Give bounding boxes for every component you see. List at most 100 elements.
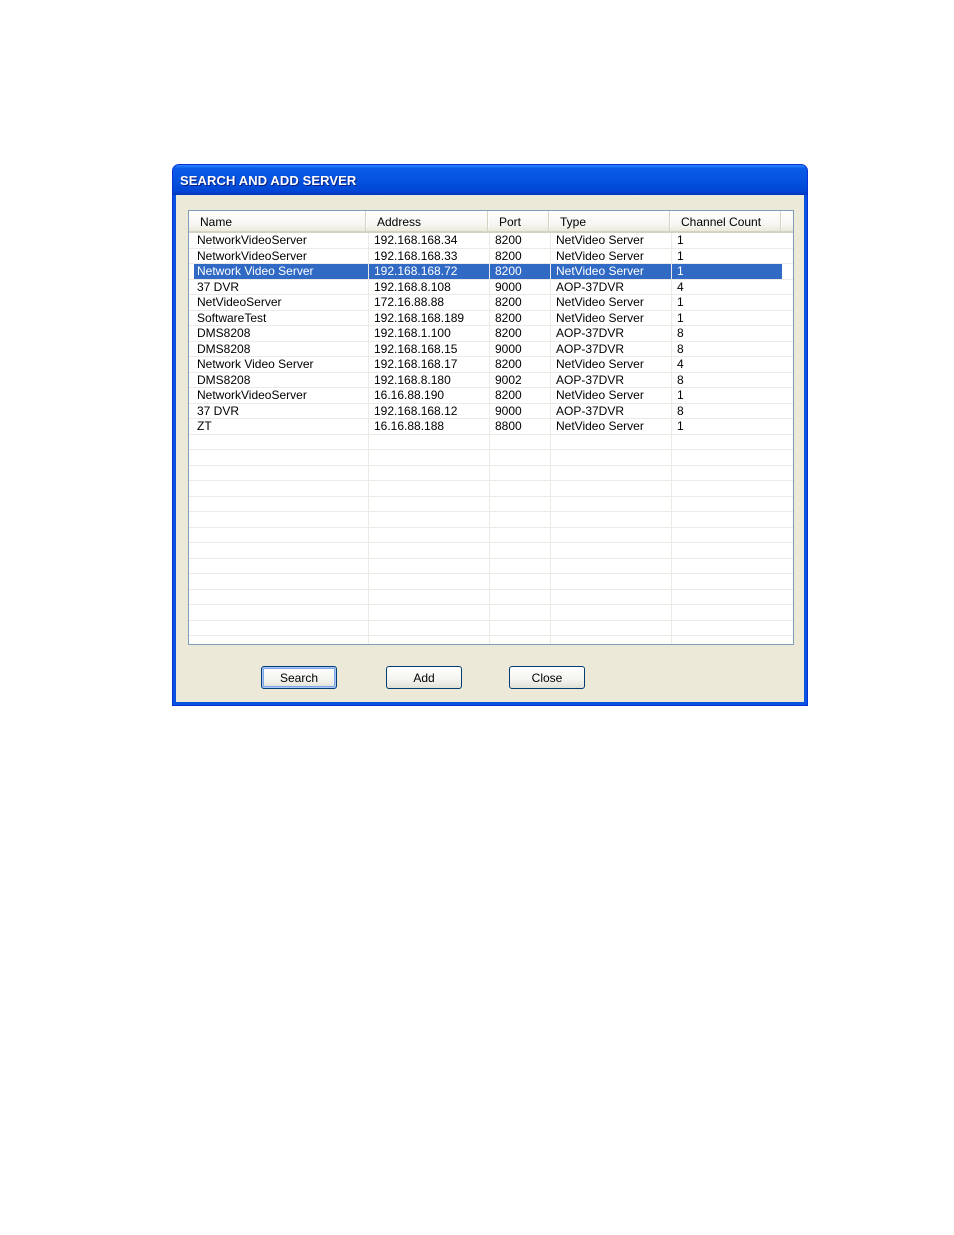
row-gridline: [189, 402, 793, 404]
cell-address: 192.168.168.189: [374, 310, 465, 325]
table-row[interactable]: NetVideoServer 172.16.88.88 8200 NetVideo S…: [189, 295, 793, 311]
cell-channel-count: 1: [677, 310, 684, 325]
cell-channel-count: 1: [677, 264, 684, 278]
cell-port: 9000: [495, 341, 522, 356]
column-header-type[interactable]: Type: [549, 211, 671, 231]
column-header-address[interactable]: Address: [366, 211, 489, 231]
cell-port: 8200: [495, 326, 522, 340]
cell-channel-count: 8: [677, 341, 684, 356]
cell-address: 192.168.168.72: [374, 264, 458, 278]
row-gridline: [189, 433, 793, 435]
cell-channel-count: 1: [677, 419, 684, 433]
cell-channel-count: 1: [677, 233, 684, 247]
cell-type: NetVideo Server: [556, 310, 644, 325]
row-gridline: [189, 325, 793, 326]
cell-port: 8200: [495, 310, 522, 325]
search-add-server-dialog: SEARCH AND ADD SERVER Name Address Port …: [172, 164, 808, 706]
row-gridline: [189, 495, 793, 497]
cell-address: 16.16.88.190: [374, 388, 445, 402]
column-header-channel-count[interactable]: Channel Count: [670, 211, 782, 231]
cell-name: Network Video Server: [197, 264, 314, 278]
table-row[interactable]: NetworkVideoServer 192.168.168.33 8200 NetV…: [189, 249, 793, 265]
cell-address: 192.168.1.100: [374, 326, 451, 340]
row-gridline: [189, 294, 793, 295]
column-gridline: [368, 233, 369, 644]
cell-port: 8200: [495, 233, 522, 247]
row-gridline: [189, 418, 793, 419]
row-gridline: [189, 526, 793, 528]
cell-port: 8200: [495, 248, 522, 263]
row-gridline: [189, 619, 793, 621]
row-gridline: [189, 542, 793, 543]
table-row[interactable]: 37 DVR 192.168.8.108 9000 AOP-37DVR 4: [189, 280, 793, 296]
row-gridline: [189, 480, 793, 481]
row-gridline: [189, 247, 793, 249]
cell-address: 192.168.8.180: [374, 372, 451, 387]
cell-channel-count: 8: [677, 326, 684, 340]
table-row[interactable]: 37 DVR 192.168.168.12 9000 AOP-37DVR 8: [189, 404, 793, 420]
cell-type: NetVideo Server: [556, 248, 644, 263]
column-header-name[interactable]: Name: [189, 211, 367, 231]
row-gridline: [189, 387, 793, 388]
row-gridline: [189, 263, 793, 264]
title-bar[interactable]: SEARCH AND ADD SERVER: [173, 165, 807, 195]
row-gridline: [189, 449, 793, 450]
row-gridline: [189, 635, 793, 636]
cell-name: NetworkVideoServer: [197, 248, 307, 263]
cell-type: NetVideo Server: [556, 388, 644, 402]
cell-channel-count: 1: [677, 295, 684, 309]
cell-address: 192.168.8.108: [374, 279, 451, 294]
row-gridline: [189, 573, 793, 574]
table-row[interactable]: DMS8208 192.168.168.15 9000 AOP-37DVR 8: [189, 342, 793, 358]
row-gridline: [189, 464, 793, 466]
table-row[interactable]: SoftwareTest 192.168.168.189 8200 NetVideo …: [189, 311, 793, 327]
row-gridline: [189, 557, 793, 559]
cell-channel-count: 1: [677, 388, 684, 402]
row-gridline: [189, 340, 793, 342]
cell-address: 192.168.168.12: [374, 403, 458, 418]
cell-type: NetVideo Server: [556, 295, 644, 309]
cell-address: 16.16.88.188: [374, 419, 445, 433]
cell-address: 172.16.88.88: [374, 295, 445, 309]
list-header: Name Address Port Type Channel Count: [189, 211, 793, 233]
column-header-port[interactable]: Port: [488, 211, 550, 231]
cell-name: SoftwareTest: [197, 310, 267, 325]
table-row[interactable]: Network Video Server 192.168.168.72 8200 Ne…: [189, 264, 793, 280]
cell-port: 9002: [495, 372, 522, 387]
column-gridline: [550, 233, 551, 644]
cell-type: NetVideo Server: [556, 264, 644, 278]
cell-type: AOP-37DVR: [556, 341, 625, 356]
cell-channel-count: 8: [677, 403, 684, 418]
dialog-client-area: Name Address Port Type Channel Count Net…: [176, 195, 804, 702]
table-row[interactable]: DMS8208 192.168.8.180 9002 AOP-37DVR 8: [189, 373, 793, 389]
cell-name: DMS8208: [197, 326, 251, 340]
close-button[interactable]: Close: [509, 666, 585, 689]
cell-type: AOP-37DVR: [556, 403, 625, 418]
server-list[interactable]: Name Address Port Type Channel Count Net…: [188, 210, 794, 645]
cell-address: 192.168.168.33: [374, 248, 458, 263]
cell-channel-count: 4: [677, 279, 684, 294]
row-gridline: [189, 356, 793, 357]
cell-port: 8200: [495, 295, 522, 309]
search-button[interactable]: Search: [261, 666, 337, 689]
cell-name: 37 DVR: [197, 279, 240, 294]
table-row[interactable]: NetworkVideoServer 192.168.168.34 8200 NetV…: [189, 233, 793, 249]
table-row[interactable]: DMS8208 192.168.1.100 8200 AOP-37DVR 8: [189, 326, 793, 342]
row-gridline: [189, 604, 793, 605]
cell-port: 8200: [495, 264, 522, 278]
cell-name: NetworkVideoServer: [197, 233, 307, 247]
column-gridline: [489, 233, 490, 644]
cell-name: DMS8208: [197, 341, 251, 356]
cell-port: 9000: [495, 403, 522, 418]
cell-address: 192.168.168.15: [374, 341, 458, 356]
table-row[interactable]: Network Video Server 192.168.168.17 8200 Ne…: [189, 357, 793, 373]
cell-channel-count: 8: [677, 372, 684, 387]
cell-address: 192.168.168.17: [374, 357, 458, 371]
add-button[interactable]: Add: [386, 666, 462, 689]
cell-port: 9000: [495, 279, 522, 294]
cell-type: AOP-37DVR: [556, 279, 625, 294]
cell-port: 8200: [495, 357, 522, 371]
table-row[interactable]: ZT 16.16.88.188 8800 NetVideo Server 1: [189, 419, 793, 435]
table-row[interactable]: NetworkVideoServer 16.16.88.190 8200 NetVid…: [189, 388, 793, 404]
cell-name: 37 DVR: [197, 403, 240, 418]
